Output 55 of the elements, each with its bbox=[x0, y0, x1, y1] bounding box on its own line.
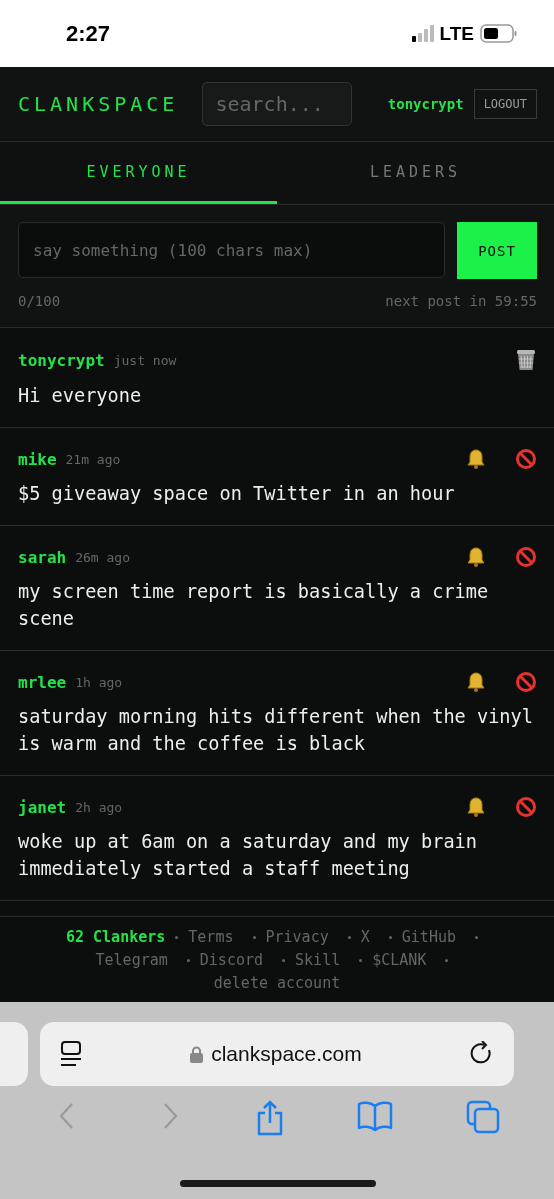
bell-icon[interactable] bbox=[465, 796, 487, 818]
block-icon[interactable] bbox=[515, 796, 537, 818]
footer-link[interactable]: X bbox=[360, 928, 370, 946]
lock-icon bbox=[190, 1045, 204, 1063]
block-icon[interactable] bbox=[515, 448, 537, 470]
signal-icon bbox=[411, 25, 434, 42]
username-link[interactable]: tonycrypt bbox=[387, 96, 464, 112]
site-logo[interactable]: CLANKSPACE bbox=[18, 92, 179, 116]
footer-link[interactable]: Terms bbox=[188, 928, 234, 946]
post-time: 26m ago bbox=[75, 549, 131, 565]
author-name[interactable]: mrlee bbox=[18, 672, 67, 692]
clock-time: 2:27 bbox=[66, 20, 112, 47]
footer-link[interactable]: GitHub bbox=[401, 928, 456, 946]
char-counter: 0/100 bbox=[18, 293, 61, 309]
logout-button[interactable]: LOGOUT bbox=[473, 89, 537, 119]
footer-link[interactable]: Telegram bbox=[95, 951, 168, 969]
reader-icon[interactable] bbox=[60, 1041, 82, 1067]
cooldown-text: next post in 59:55 bbox=[385, 293, 537, 309]
member-count: 62 Clankers bbox=[65, 928, 166, 946]
bell-icon[interactable] bbox=[465, 448, 487, 470]
footer-link[interactable]: $CLANK bbox=[372, 951, 427, 969]
bell-icon[interactable] bbox=[465, 546, 487, 568]
author-name[interactable]: sarah bbox=[18, 547, 67, 567]
footer-link[interactable]: delete account bbox=[213, 974, 341, 992]
network-label: LTE bbox=[439, 22, 474, 45]
post-text: $5 giveaway space on Twitter in an hour bbox=[18, 482, 456, 506]
bell-icon bbox=[467, 449, 485, 469]
search-field[interactable]: search... bbox=[202, 82, 353, 126]
post-text: saturday morning hits different when the vinyl is warm and the coffee is black bbox=[18, 705, 534, 756]
author-name[interactable]: mike bbox=[18, 449, 57, 469]
post-text: my screen time report is basically a crime scene bbox=[18, 580, 490, 631]
post-text: woke up at 6am on a saturday and my brain immediately started a staff meeting bbox=[18, 830, 478, 881]
post-time: 21m ago bbox=[65, 451, 122, 467]
trash-icon[interactable] bbox=[515, 348, 537, 372]
post-button[interactable]: POST bbox=[457, 222, 537, 279]
feed-tab[interactable]: LEADERS bbox=[277, 142, 554, 204]
bell-icon[interactable] bbox=[465, 671, 487, 693]
address-bar[interactable]: clankspace.com bbox=[40, 1022, 514, 1086]
url-text: clankspace.com bbox=[211, 1042, 362, 1066]
post-time: 1h ago bbox=[75, 674, 124, 690]
block-icon[interactable] bbox=[515, 546, 537, 568]
battery-icon bbox=[480, 24, 518, 43]
bell-icon bbox=[467, 547, 485, 567]
footer-link[interactable]: Privacy bbox=[265, 928, 329, 946]
post-text: Hi everyone bbox=[18, 384, 143, 408]
post-time: just now bbox=[113, 352, 178, 368]
author-name[interactable]: tonycrypt bbox=[18, 350, 105, 370]
message-field[interactable]: say something (100 chars max) bbox=[18, 222, 445, 278]
bell-icon bbox=[467, 672, 485, 692]
block-icon[interactable] bbox=[515, 671, 537, 693]
footer-link[interactable]: Discord bbox=[199, 951, 264, 969]
bell-icon bbox=[467, 797, 485, 817]
post-time: 2h ago bbox=[75, 799, 124, 815]
footer-link[interactable]: Skill bbox=[295, 951, 341, 969]
author-name[interactable]: janet bbox=[18, 797, 67, 817]
